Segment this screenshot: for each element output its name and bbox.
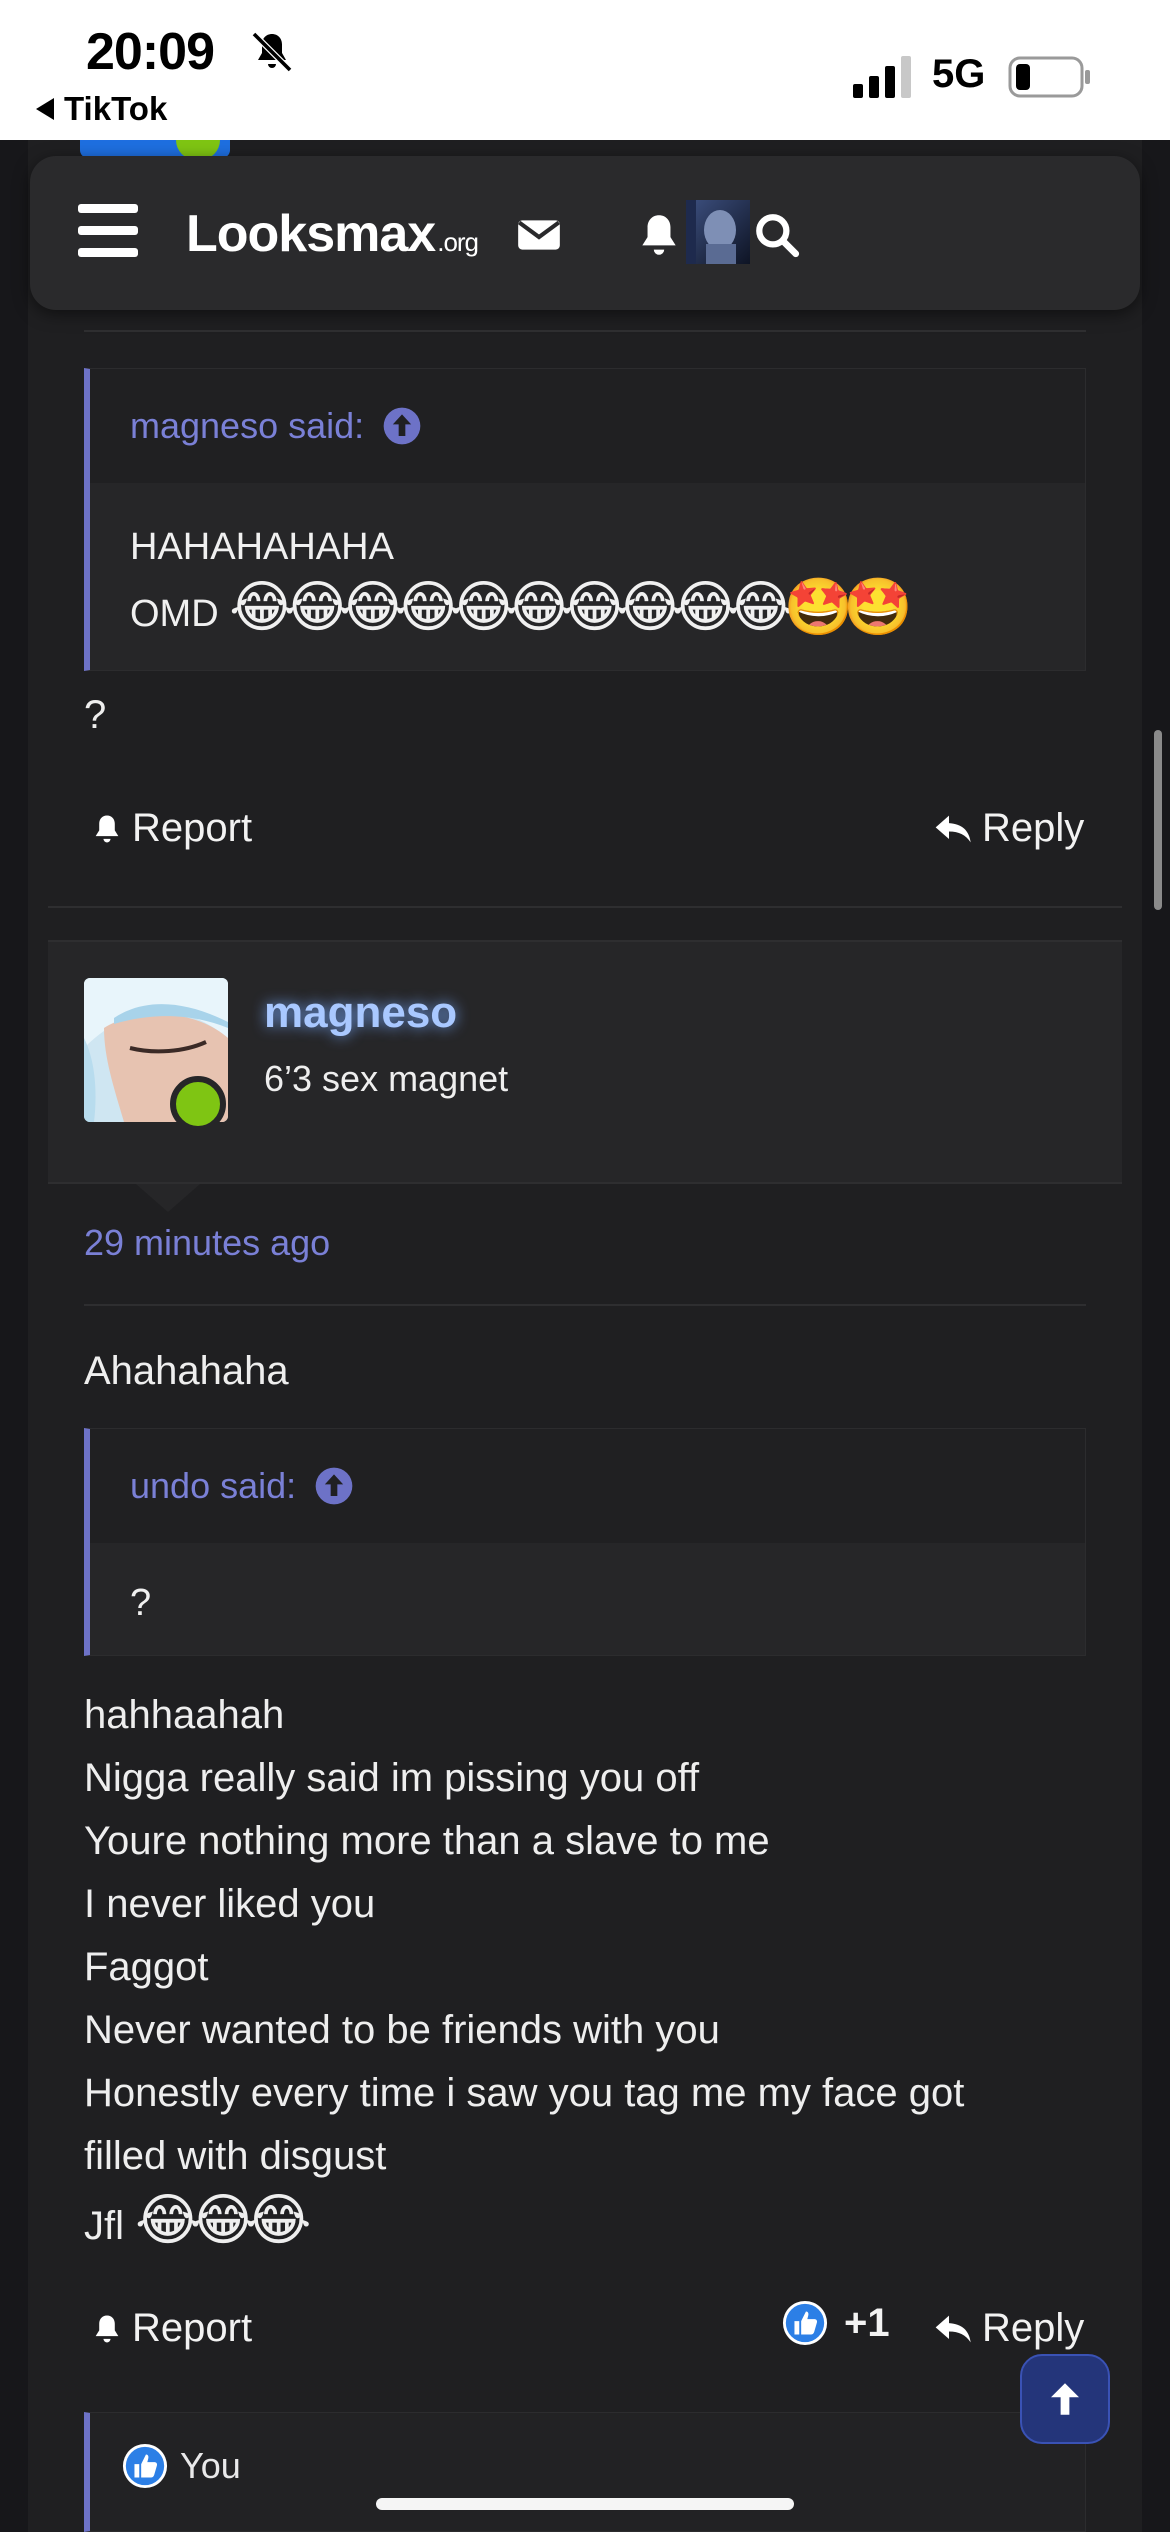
reply-arrow-icon	[935, 2315, 971, 2342]
home-indicator[interactable]	[376, 2498, 794, 2510]
like-button[interactable]: +1	[782, 2300, 890, 2346]
search-icon[interactable]	[752, 210, 802, 260]
arrow-up-icon	[1051, 2383, 1079, 2415]
post-intro: Ahahahaha	[84, 1349, 289, 1393]
reply-button[interactable]: Reply	[934, 806, 1084, 851]
reactions-summary: You	[90, 2413, 1085, 2489]
bell-muted-icon	[251, 31, 293, 73]
quote-header[interactable]: magneso said:	[90, 369, 1085, 483]
emoji-row: 😂😂😂	[135, 2188, 311, 2251]
status-bar: 20:09 TikTok 5G	[0, 0, 1170, 140]
body-line: Faggot	[84, 1945, 209, 1989]
page: Looksmax.org magneso said: HAHAHAHAHA OM…	[0, 140, 1170, 2532]
user-title: 6’3 sex magnet	[264, 1058, 509, 1099]
divider	[84, 1304, 1086, 1306]
logo-main: Looksmax	[186, 205, 436, 263]
jump-to-quote-icon[interactable]	[382, 406, 422, 446]
reply-label: Reply	[982, 2306, 1085, 2350]
quote-author: magneso said:	[130, 405, 365, 446]
report-bell-icon	[95, 815, 119, 842]
quote-line-emoji: OMD 😂😂😂😂😂😂😂😂😂😂🤩🤩	[130, 577, 1045, 644]
quote-line: OMD	[130, 593, 219, 635]
reply-arrow-icon	[935, 815, 971, 842]
reply-label: Reply	[982, 806, 1085, 850]
body-line: Honestly every time i saw you tag me my …	[84, 2071, 965, 2115]
quote-header[interactable]: undo said:	[90, 1429, 1085, 1543]
status-time: 20:09	[86, 23, 215, 81]
post-timestamp[interactable]: 29 minutes ago	[84, 1222, 330, 1264]
post-body: ?	[84, 693, 107, 737]
navbar: Looksmax.org	[30, 156, 1140, 310]
userbox-pointer	[136, 1184, 200, 1212]
divider	[84, 330, 1086, 332]
mail-icon[interactable]	[514, 210, 564, 260]
signal-icon	[853, 56, 911, 98]
body-line: Jfl	[84, 2204, 124, 2248]
quote-author: undo said:	[130, 1465, 297, 1506]
username[interactable]: magneso	[264, 988, 457, 1038]
post-body: hahhaahah Nigga really said im pissing y…	[84, 1684, 1094, 2258]
report-label: Report	[132, 806, 253, 850]
body-line-emoji: Jfl 😂😂😂	[84, 2188, 1094, 2258]
user-info-box: magneso 6’3 sex magnet	[48, 940, 1122, 1184]
report-button[interactable]: Report	[90, 806, 252, 851]
menu-icon[interactable]	[78, 204, 138, 258]
scrollbar[interactable]	[1154, 730, 1162, 910]
body-line: Youre nothing more than a slave to me	[84, 1819, 770, 1863]
site-logo[interactable]: Looksmax.org	[186, 204, 479, 264]
jump-to-quote-icon[interactable]	[314, 1466, 354, 1506]
user-avatar-nav[interactable]	[686, 200, 750, 264]
body-line: hahhaahah	[84, 1693, 285, 1737]
logo-suffix: .org	[437, 227, 479, 257]
reply-button[interactable]: Reply	[934, 2306, 1084, 2351]
like-icon	[782, 2300, 828, 2346]
quote-block: undo said: ?	[84, 1428, 1086, 1656]
quote-body: HAHAHAHAHA OMD 😂😂😂😂😂😂😂😂😂😂🤩🤩	[90, 483, 1085, 670]
like-count: +1	[844, 2300, 890, 2345]
report-label: Report	[132, 2306, 253, 2350]
body-line: filled with disgust	[84, 2134, 387, 2178]
online-status-dot	[170, 1076, 226, 1132]
scroll-to-top-button[interactable]	[1020, 2354, 1110, 2444]
back-to-app[interactable]: TikTok	[36, 90, 167, 128]
body-line: Never wanted to be friends with you	[84, 2008, 720, 2052]
bell-icon[interactable]	[634, 210, 684, 260]
like-icon	[122, 2443, 168, 2489]
battery-icon	[1008, 56, 1090, 98]
body-line: Nigga really said im pissing you off	[84, 1756, 700, 1800]
body-line: I never liked you	[84, 1882, 376, 1926]
liked-by[interactable]: You	[180, 2445, 241, 2487]
quote-line: HAHAHAHAHA	[130, 526, 394, 568]
back-app-label: TikTok	[64, 90, 168, 127]
back-arrow-icon	[36, 98, 54, 120]
report-bell-icon	[95, 2315, 119, 2342]
emoji-row: 😂😂😂😂😂😂😂😂😂😂🤩🤩	[229, 575, 913, 638]
post-divider	[48, 906, 1122, 908]
reactions-bar[interactable]: You	[84, 2412, 1086, 2532]
quote-block: magneso said: HAHAHAHAHA OMD 😂😂😂😂😂😂😂😂😂😂🤩…	[84, 368, 1086, 671]
report-button[interactable]: Report	[90, 2306, 252, 2351]
quote-body: ?	[90, 1543, 1085, 1655]
network-type: 5G	[932, 52, 986, 96]
